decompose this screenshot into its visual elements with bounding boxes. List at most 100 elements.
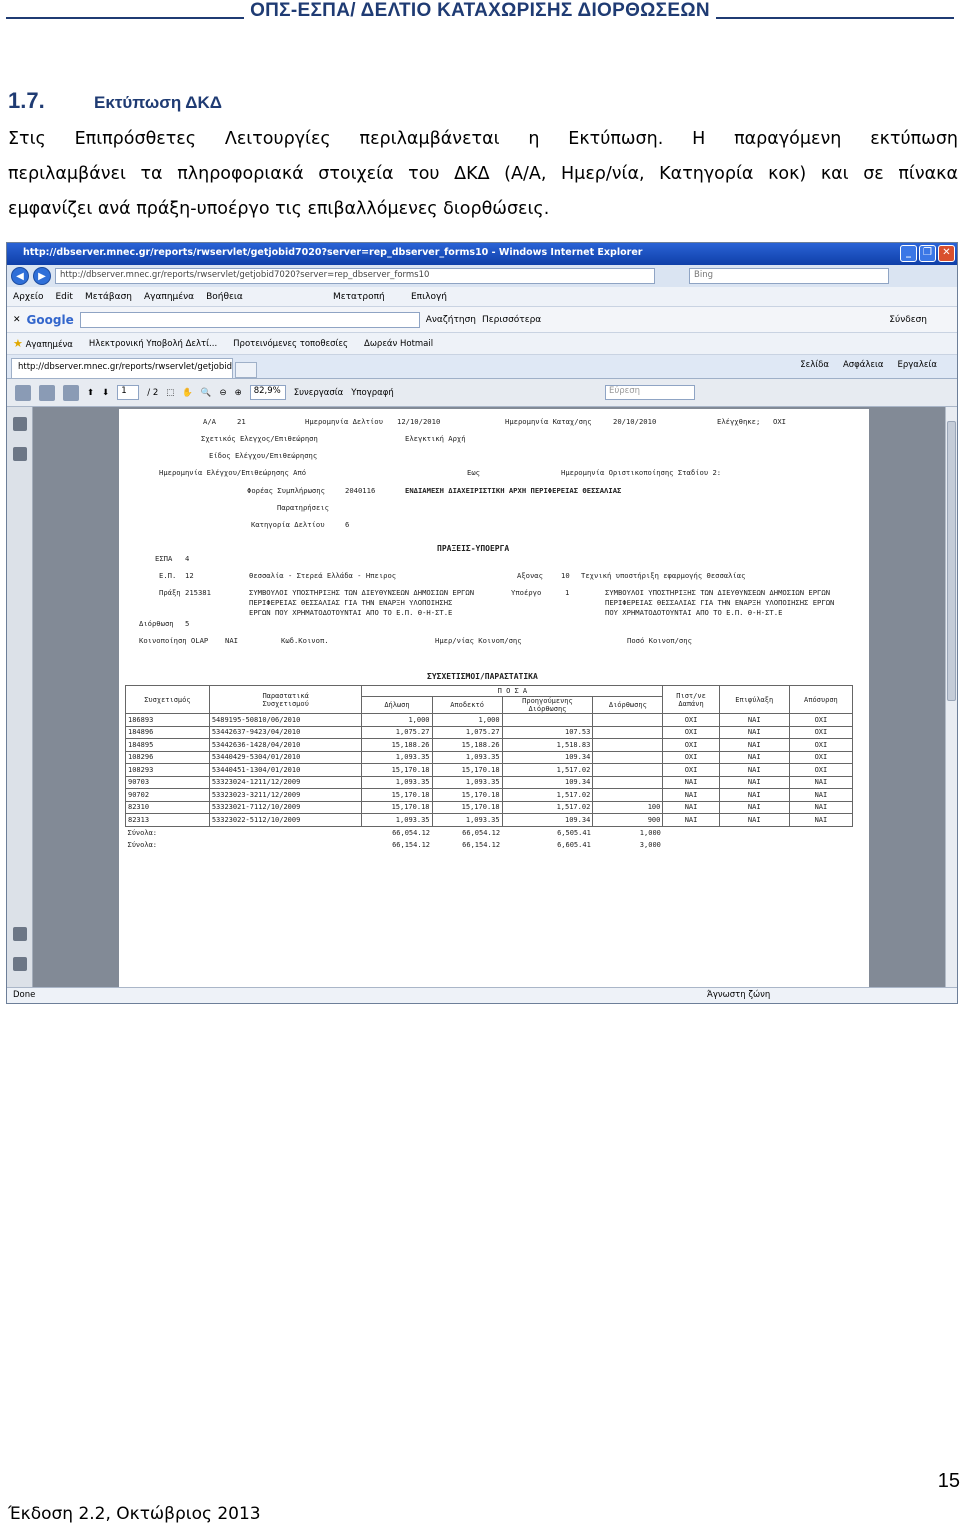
zoom-out-icon[interactable]: ⊖	[219, 388, 226, 398]
category-label: Κατηγορία Δελτίου	[251, 520, 325, 529]
check-date-label: Ημερομηνία Ελέγχου/Επιθεώρησης Από	[159, 468, 307, 477]
menu-select[interactable]: Επιλογή	[411, 292, 447, 302]
command-safety[interactable]: Ασφάλεια	[843, 360, 884, 370]
close-button[interactable]: ✕	[938, 245, 955, 262]
table-cell: ΝΑΙ	[788, 788, 854, 802]
menu-favorites[interactable]: Αγαπημένα	[144, 292, 194, 302]
paperclip-icon[interactable]	[13, 957, 27, 971]
search-input[interactable]: Bing	[689, 268, 889, 284]
page-up-icon[interactable]: ⬆	[87, 388, 94, 398]
table-row: 82313 53323022-5112/10/2009 1,093.35 1,093.…	[125, 813, 854, 827]
address-bar-row: ◀ ▶ http://dbserver.mnec.gr/reports/rwse…	[7, 265, 957, 287]
menu-file[interactable]: Αρχείο	[13, 292, 44, 302]
favorites-button[interactable]: ★ Αγαπημένα	[13, 337, 73, 350]
tab-report[interactable]: http://dbserver.mnec.gr/reports/rwservle…	[11, 358, 233, 378]
command-page[interactable]: Σελίδα	[800, 360, 829, 370]
totals-cell: 66,154.12	[392, 840, 431, 849]
table-cell: ΝΑΙ	[788, 813, 854, 827]
forward-button[interactable]: ▶	[33, 267, 51, 285]
print-icon[interactable]	[15, 384, 31, 401]
table-row: 108293 53440451-1304/01/2010 15,170.18 15,1…	[125, 763, 854, 777]
vertical-scrollbar[interactable]	[945, 407, 957, 989]
pages-icon[interactable]	[13, 417, 27, 431]
table-cell: ΟΧΙ	[662, 750, 720, 764]
minimize-button[interactable]: _	[900, 245, 917, 262]
new-tab-button[interactable]	[235, 362, 257, 378]
final-date-label: Ημερομηνία Οριστικοποίησης Σταδίου 2:	[561, 468, 722, 477]
page-number: 15	[937, 1470, 960, 1492]
email-icon[interactable]	[63, 384, 79, 401]
table-row: 186893 5489195-50810/06/2010 1,000 1,000 ΟΧΙ…	[125, 713, 854, 727]
table-cell: ΝΑΙ	[662, 788, 720, 802]
google-signin-link[interactable]: Σύνδεση	[889, 315, 927, 325]
table-cell: 53442637-9423/04/2010	[208, 725, 363, 739]
intro-paragraph: Στις Επιπρόσθετες Λειτουργίες περιλαμβάν…	[8, 122, 958, 227]
table-cell: ΟΧΙ	[788, 713, 854, 727]
totals-cell: 6,505.41	[557, 828, 591, 837]
menu-help[interactable]: Βοήθεια	[206, 292, 243, 302]
col-accepted: Αποδεκτό	[431, 696, 503, 714]
table-cell: 184895	[125, 738, 210, 752]
report-page: Α/Α 21 Ημερομηνία Δελτίου 12/10/2010 Ημε…	[119, 409, 869, 987]
zoom-input[interactable]: 82,9%	[249, 385, 286, 400]
subproject-label: Υποέργο	[511, 588, 542, 597]
save-icon[interactable]	[39, 384, 55, 401]
scrollbar-thumb[interactable]	[947, 421, 956, 701]
hand-tool-icon[interactable]: ✋	[182, 388, 193, 398]
menu-go[interactable]: Μετάβαση	[85, 292, 132, 302]
table-cell: 15,170.18	[431, 763, 503, 777]
window-title: http://dbserver.mnec.gr/reports/rwservle…	[23, 247, 643, 258]
table-cell: ΟΧΙ	[662, 738, 720, 752]
totals-empty-cell	[663, 839, 719, 852]
body-value: 2040116	[345, 486, 376, 495]
table-cell: ΝΑΙ	[662, 775, 720, 789]
address-input[interactable]: http://dbserver.mnec.gr/reports/rwservle…	[55, 268, 655, 284]
favorite-link-1[interactable]: Ηλεκτρονική Υποβολή Δελτί...	[89, 339, 217, 349]
page-down-icon[interactable]: ⬇	[102, 388, 109, 398]
comments-icon[interactable]	[13, 927, 27, 941]
table-cell: 109.34	[501, 813, 594, 827]
favorite-link-3[interactable]: Δωρεάν Hotmail	[364, 339, 433, 349]
google-search-input[interactable]	[79, 311, 420, 328]
table-cell: 15,170.18	[431, 800, 503, 814]
table-row: 184895 53442636-1428/04/2010 15,188.26 15,1…	[125, 738, 854, 752]
menu-edit[interactable]: Edit	[56, 292, 73, 302]
menu-convert[interactable]: Μετατροπή	[333, 292, 385, 302]
sign-button[interactable]: Υπογραφή	[351, 388, 394, 398]
google-search-button[interactable]: Αναζήτηση	[426, 315, 476, 325]
projects-title: ΠΡΑΞΕΙΣ-ΥΠΟΕΡΓΑ	[437, 544, 510, 553]
col-previous: Προηγούμενης Διόρθωσης	[501, 696, 594, 714]
close-toolbar-icon[interactable]: ✕	[13, 315, 21, 325]
totals-empty-cell	[663, 826, 719, 839]
table-cell: ΝΑΙ	[718, 788, 790, 802]
table-cell	[592, 763, 664, 777]
table-cell: ΝΑΙ	[718, 813, 790, 827]
table-cell: ΝΑΙ	[718, 713, 790, 727]
table-cell: ΝΑΙ	[718, 763, 790, 777]
favorite-link-2[interactable]: Προτεινόμενες τοποθεσίες	[233, 339, 348, 349]
page-number-input[interactable]: 1	[117, 385, 140, 400]
zoom-in-icon[interactable]: ⊕	[235, 388, 242, 398]
table-cell: 1,517.02	[501, 763, 594, 777]
back-button[interactable]: ◀	[11, 267, 29, 285]
corrections-table: Συσχετισμός Παραστατικά Συσχετισμού Π Ο Σ…	[125, 685, 854, 852]
maximize-button[interactable]: ❐	[919, 245, 936, 262]
collaborate-button[interactable]: Συνεργασία	[294, 388, 344, 398]
table-row: 184896 53442637-9423/04/2010 1,075.27 1,075…	[125, 725, 854, 739]
table-cell: ΝΑΙ	[718, 725, 790, 739]
attachments-panel-icon[interactable]	[13, 447, 27, 461]
find-input[interactable]: Εύρεση	[605, 385, 695, 400]
select-tool-icon[interactable]: ⬚	[166, 388, 174, 398]
paragraph-line-2: περιλαμβάνει τα πληροφοριακά στοιχεία το…	[8, 164, 958, 184]
olap-label: Κοινοποίηση OLAP	[139, 636, 209, 645]
subproject-name-2: ΠΕΡΙΦΕΡΕΙΑΣ ΘΕΣΣΑΛΙΑΣ ΓΙΑ ΤΗΝ ΕΝΑΡΞΗ ΥΛΟ…	[605, 598, 835, 607]
table-cell: ΝΑΙ	[788, 800, 854, 814]
command-tools[interactable]: Εργαλεία	[897, 360, 937, 370]
totals-cell: 3,000	[639, 840, 661, 849]
table-cell: 15,170.18	[431, 788, 503, 802]
code-label: Κωδ.Κοινοπ.	[281, 636, 329, 645]
zoom-tool-icon[interactable]: 🔍	[201, 388, 212, 398]
document-header-title: ΟΠΣ-ΕΣΠΑ/ ΔΕΛΤΙΟ ΚΑΤΑΧΩΡΙΣΗΣ ΔΙΟΡΘΩΣΕΩΝ	[244, 0, 716, 21]
table-cell: 15,170.18	[361, 763, 433, 777]
google-more-button[interactable]: Περισσότερα	[482, 315, 541, 325]
